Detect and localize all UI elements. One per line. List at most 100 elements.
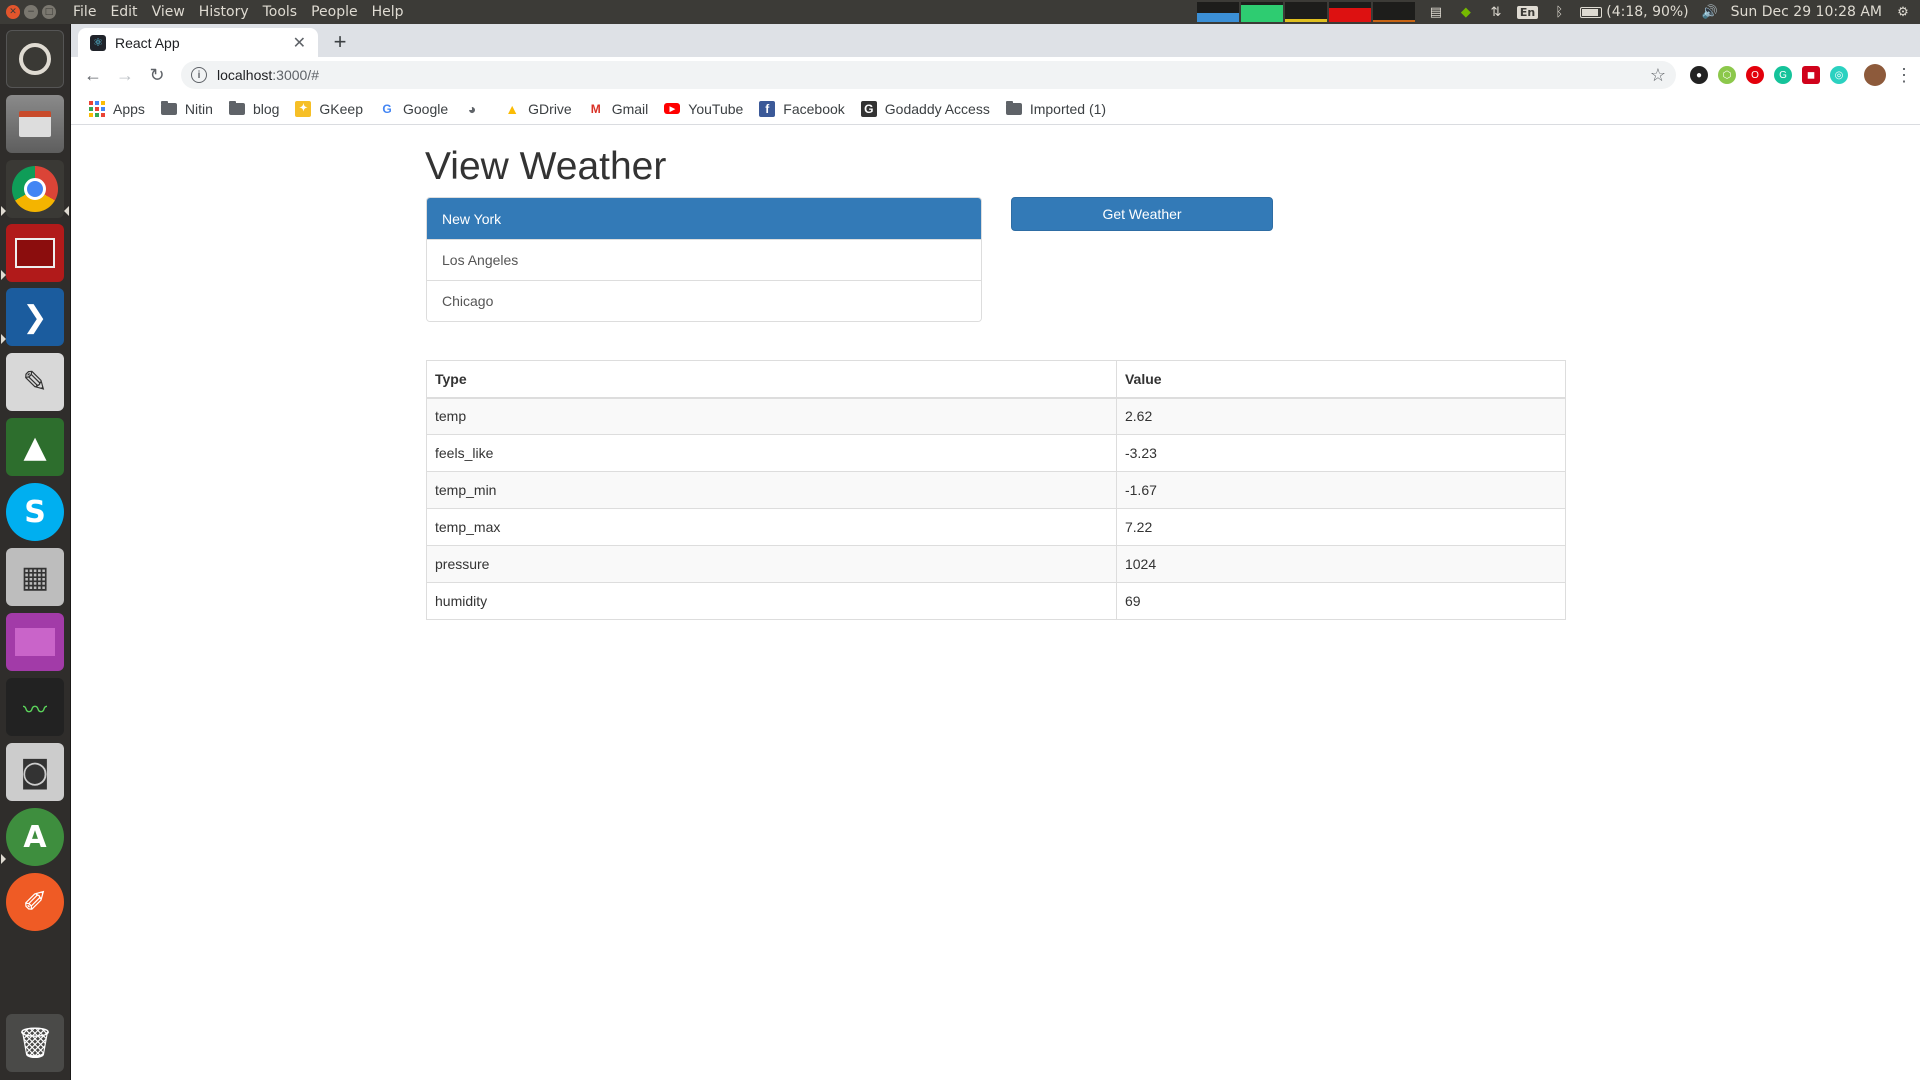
menu-file[interactable]: File: [66, 4, 103, 20]
column-header-value: Value: [1115, 360, 1567, 399]
profile-avatar[interactable]: [1864, 64, 1886, 86]
close-window-icon[interactable]: ✕: [6, 5, 20, 19]
menu-help[interactable]: Help: [365, 4, 411, 20]
network-graph: [1284, 2, 1327, 22]
url-path: :3000/#: [272, 67, 319, 83]
address-bar[interactable]: i localhost:3000/# ☆: [181, 61, 1676, 89]
network-transfer-icon[interactable]: ⇅: [1487, 4, 1505, 20]
bookmark-label: GDrive: [528, 100, 572, 117]
skype-launcher-icon[interactable]: S: [6, 483, 64, 541]
volume-icon[interactable]: 🔊: [1701, 4, 1719, 20]
browser-menu-icon[interactable]: ⋮: [1894, 65, 1914, 86]
workspace-switcher-icon[interactable]: [6, 613, 64, 671]
bookmark-facebook[interactable]: f Facebook: [751, 95, 852, 123]
site-info-icon[interactable]: i: [191, 67, 207, 83]
bookmark-globe[interactable]: ◕: [456, 95, 496, 123]
menu-edit[interactable]: Edit: [103, 4, 144, 20]
files-launcher-icon[interactable]: [6, 95, 64, 153]
bluetooth-icon[interactable]: ᛒ: [1550, 4, 1568, 20]
row-type: humidity: [426, 582, 1117, 620]
tab-react-app[interactable]: ⚛ React App ✕: [78, 28, 318, 57]
system-monitor-launcher-icon[interactable]: 〰: [6, 678, 64, 736]
city-item-los-angeles[interactable]: Los Angeles: [427, 239, 981, 280]
bookmark-label: Godaddy Access: [884, 100, 990, 117]
maximize-window-icon[interactable]: □: [42, 5, 56, 19]
globe-icon: ◕: [467, 100, 477, 117]
system-load-graphs[interactable]: [1196, 2, 1415, 22]
tab-strip: ⚛ React App ✕ +: [71, 24, 1920, 57]
table-row: temp 2.62: [426, 397, 1567, 435]
extension-red-icon[interactable]: ◼: [1802, 66, 1820, 84]
row-type: temp: [426, 397, 1117, 435]
menu-history[interactable]: History: [192, 4, 256, 20]
robomongo-launcher-icon[interactable]: ▲: [6, 418, 64, 476]
weather-table: Type Value temp 2.62 feels_like -3.23 te…: [426, 360, 1567, 620]
menu-people[interactable]: People: [304, 4, 365, 20]
disk-graph: [1328, 2, 1371, 22]
godaddy-icon: G: [860, 100, 877, 117]
battery-indicator[interactable]: (4:18, 90%): [1580, 4, 1689, 20]
bookmark-star-icon[interactable]: ☆: [1650, 65, 1666, 86]
table-row: pressure 1024: [426, 545, 1567, 583]
bookmark-label: YouTube: [688, 100, 744, 117]
bookmark-gdrive[interactable]: ▲ GDrive: [496, 95, 580, 123]
bookmark-blog[interactable]: blog: [221, 95, 287, 123]
row-type: feels_like: [426, 434, 1117, 472]
row-value: 7.22: [1115, 508, 1567, 546]
reload-button[interactable]: ↻: [141, 59, 173, 91]
screenshot-launcher-icon[interactable]: ◙: [6, 743, 64, 801]
software-updater-launcher-icon[interactable]: A: [6, 808, 64, 866]
extension-dark-icon[interactable]: ●: [1690, 66, 1708, 84]
terminal-launcher-icon[interactable]: [6, 224, 64, 282]
active-indicator: [64, 206, 69, 216]
menu-view[interactable]: View: [145, 4, 192, 20]
extension-node-icon[interactable]: ⬡: [1718, 66, 1736, 84]
launcher-sidebar: ❯ ✎ ▲ S ▦ 〰 ◙ A ✐ 🗑: [0, 24, 71, 1080]
bookmark-label: Facebook: [783, 100, 845, 117]
bookmark-imported[interactable]: Imported (1): [998, 95, 1114, 123]
bookmark-nitin[interactable]: Nitin: [153, 95, 221, 123]
trash-launcher-icon[interactable]: 🗑: [6, 1014, 64, 1072]
folder-icon: [160, 100, 177, 117]
bookmark-gmail[interactable]: M Gmail: [580, 95, 657, 123]
forward-button[interactable]: →: [109, 59, 141, 91]
facebook-icon: f: [759, 100, 776, 117]
drive-icon: ▲: [505, 100, 520, 117]
city-item-chicago[interactable]: Chicago: [427, 280, 981, 321]
chrome-launcher-icon[interactable]: [6, 160, 64, 218]
postman-launcher-icon[interactable]: ✐: [6, 873, 64, 931]
table-row: feels_like -3.23: [426, 434, 1567, 472]
back-button[interactable]: ←: [77, 59, 109, 91]
running-indicator: [1, 854, 6, 864]
tab-close-icon[interactable]: ✕: [293, 33, 306, 53]
bookmark-godaddy[interactable]: G Godaddy Access: [853, 95, 998, 123]
bookmark-google[interactable]: G Google: [371, 95, 456, 123]
bookmark-apps[interactable]: Apps: [81, 95, 153, 123]
calculator-launcher-icon[interactable]: ▦: [6, 548, 64, 606]
keyboard-language-badge[interactable]: En: [1516, 5, 1539, 19]
extension-grammarly-icon[interactable]: G: [1774, 66, 1792, 84]
vscode-launcher-icon[interactable]: ❯: [6, 288, 64, 346]
clock[interactable]: Sun Dec 29 10:28 AM: [1731, 4, 1882, 20]
table-row: temp_max 7.22: [426, 508, 1567, 546]
battery-text: (4:18, 90%): [1606, 4, 1689, 20]
bookmark-gkeep[interactable]: ✦ GKeep: [287, 95, 371, 123]
extension-opera-icon[interactable]: O: [1746, 66, 1764, 84]
city-item-new-york[interactable]: New York: [427, 198, 981, 239]
drive-icon[interactable]: ▤: [1427, 4, 1445, 20]
dash-launcher-icon[interactable]: [6, 30, 64, 88]
extension-teal-icon[interactable]: ◎: [1830, 66, 1848, 84]
row-value: -1.67: [1115, 471, 1567, 509]
bookmark-label: GKeep: [319, 100, 363, 117]
react-favicon-icon: ⚛: [90, 34, 106, 51]
new-tab-button[interactable]: +: [326, 28, 354, 56]
system-top-bar: ✕ − □ File Edit View History Tools Peopl…: [0, 0, 1920, 24]
bookmark-label: Google: [403, 100, 449, 117]
nvidia-icon[interactable]: ◆: [1457, 4, 1475, 20]
text-editor-launcher-icon[interactable]: ✎: [6, 353, 64, 411]
minimize-window-icon[interactable]: −: [24, 5, 38, 19]
get-weather-button[interactable]: Get Weather: [1011, 197, 1273, 231]
settings-gear-icon[interactable]: ⚙: [1894, 4, 1912, 20]
menu-tools[interactable]: Tools: [256, 4, 305, 20]
bookmark-youtube[interactable]: ▶ YouTube: [656, 95, 751, 123]
